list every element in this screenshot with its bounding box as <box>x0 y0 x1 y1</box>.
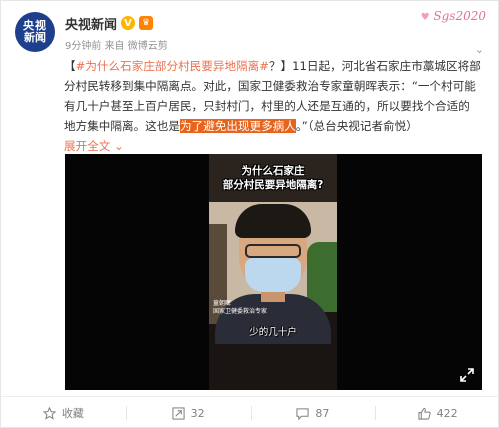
repost-count: 32 <box>190 406 205 420</box>
comment-button[interactable]: 87 <box>250 398 376 428</box>
watermark-text: Sgs2020 <box>433 9 486 23</box>
speaker-hair <box>235 204 311 238</box>
footer-divider <box>1 396 499 397</box>
video-frame: 为什么石家庄 部分村民要异地隔离? 童朝晖 国家卫健委救治专家 少的几十户 <box>209 154 337 390</box>
avatar-line2: 新闻 <box>24 31 46 44</box>
verified-v-icon: V <box>121 16 136 30</box>
post-text: 【#为什么石家庄部分村民要异地隔离#？】11日起，河北省石家庄市藁城区将部 分村… <box>64 56 484 156</box>
post-line-1: 【#为什么石家庄部分村民要异地隔离#？】11日起，河北省石家庄市藁城区将部 <box>64 56 484 76</box>
video-caption-title: 为什么石家庄 部分村民要异地隔离? <box>209 164 337 192</box>
hashtag-link[interactable]: #为什么石家庄部分村民要异地隔离# <box>76 59 269 73</box>
member-crown-icon: ♛ <box>139 16 154 30</box>
action-bar: 收藏 32 87 422 <box>1 398 499 428</box>
author-row: 央视新闻 V ♛ <box>65 14 154 33</box>
speaker-mask <box>245 258 301 292</box>
repost-button[interactable]: 32 <box>125 398 251 428</box>
caption-line-2: 部分村民要异地隔离? <box>222 179 324 191</box>
chevron-down-icon[interactable]: ⌄ <box>475 43 484 56</box>
chevron-down-icon: ⌄ <box>110 139 124 153</box>
heart-icon: ♥ <box>420 12 430 23</box>
nameplate-line-1: 童朝晖 <box>213 300 232 307</box>
caption-line-1: 为什么石家庄 <box>241 165 305 177</box>
post-line-4: 地方集中隔离。这也是为了避免出现更多病人。”（总台央视记者俞悦） <box>64 116 484 136</box>
post-line-2: 分村民转移到集中隔离点。对此，国家卫健委救治专家童朝晖表示：“一个村可能 <box>64 79 476 93</box>
highlighted-text: 为了避免出现更多病人 <box>179 119 296 133</box>
comment-count: 87 <box>315 406 330 420</box>
expand-full-text[interactable]: 展开全文 ⌄ <box>64 136 484 156</box>
watermark: ♥ Sgs2020 <box>421 9 486 23</box>
post-line-3: 有几十户甚至上百户居民，只封村门，村里的人还是互通的，所以要找个合适的 <box>64 99 470 113</box>
thumbs-up-icon <box>418 407 431 420</box>
post-line-1-rest: ？】11日起，河北省石家庄市藁城区将部 <box>268 59 481 73</box>
bracket-open: 【 <box>64 59 76 73</box>
nameplate-line-2: 国家卫健委救治专家 <box>213 308 268 315</box>
video-subtitle: 少的几十户 <box>249 327 297 338</box>
post-line-4-b: 。”（总台央视记者俞悦） <box>295 119 418 133</box>
post-line-4-a: 地方集中隔离。这也是 <box>64 119 180 133</box>
post-meta: 9分钟前 来自 微博云剪 <box>65 37 168 52</box>
like-button[interactable]: 422 <box>375 398 499 428</box>
video-player[interactable]: 为什么石家庄 部分村民要异地隔离? 童朝晖 国家卫健委救治专家 少的几十户 <box>65 154 482 390</box>
repost-icon <box>172 406 185 420</box>
star-icon <box>42 406 56 420</box>
favorite-button[interactable]: 收藏 <box>1 398 126 428</box>
post-time[interactable]: 9分钟前 <box>65 41 101 52</box>
post-source: 来自 微博云剪 <box>104 41 168 52</box>
weibo-post-card: 央视 新闻 央视新闻 V ♛ 9分钟前 来自 微博云剪 ♥ Sgs2020 ⌄ … <box>0 0 499 428</box>
like-count: 422 <box>436 406 458 420</box>
favorite-label: 收藏 <box>61 407 84 420</box>
avatar[interactable]: 央视 新闻 <box>15 12 55 52</box>
comment-icon <box>296 407 309 420</box>
author-name[interactable]: 央视新闻 <box>65 14 117 33</box>
speaker-nameplate: 童朝晖 国家卫健委救治专家 <box>213 300 267 316</box>
fullscreen-icon[interactable] <box>460 368 474 382</box>
speaker-glasses <box>245 244 301 258</box>
expand-label: 展开全文 <box>64 139 111 153</box>
